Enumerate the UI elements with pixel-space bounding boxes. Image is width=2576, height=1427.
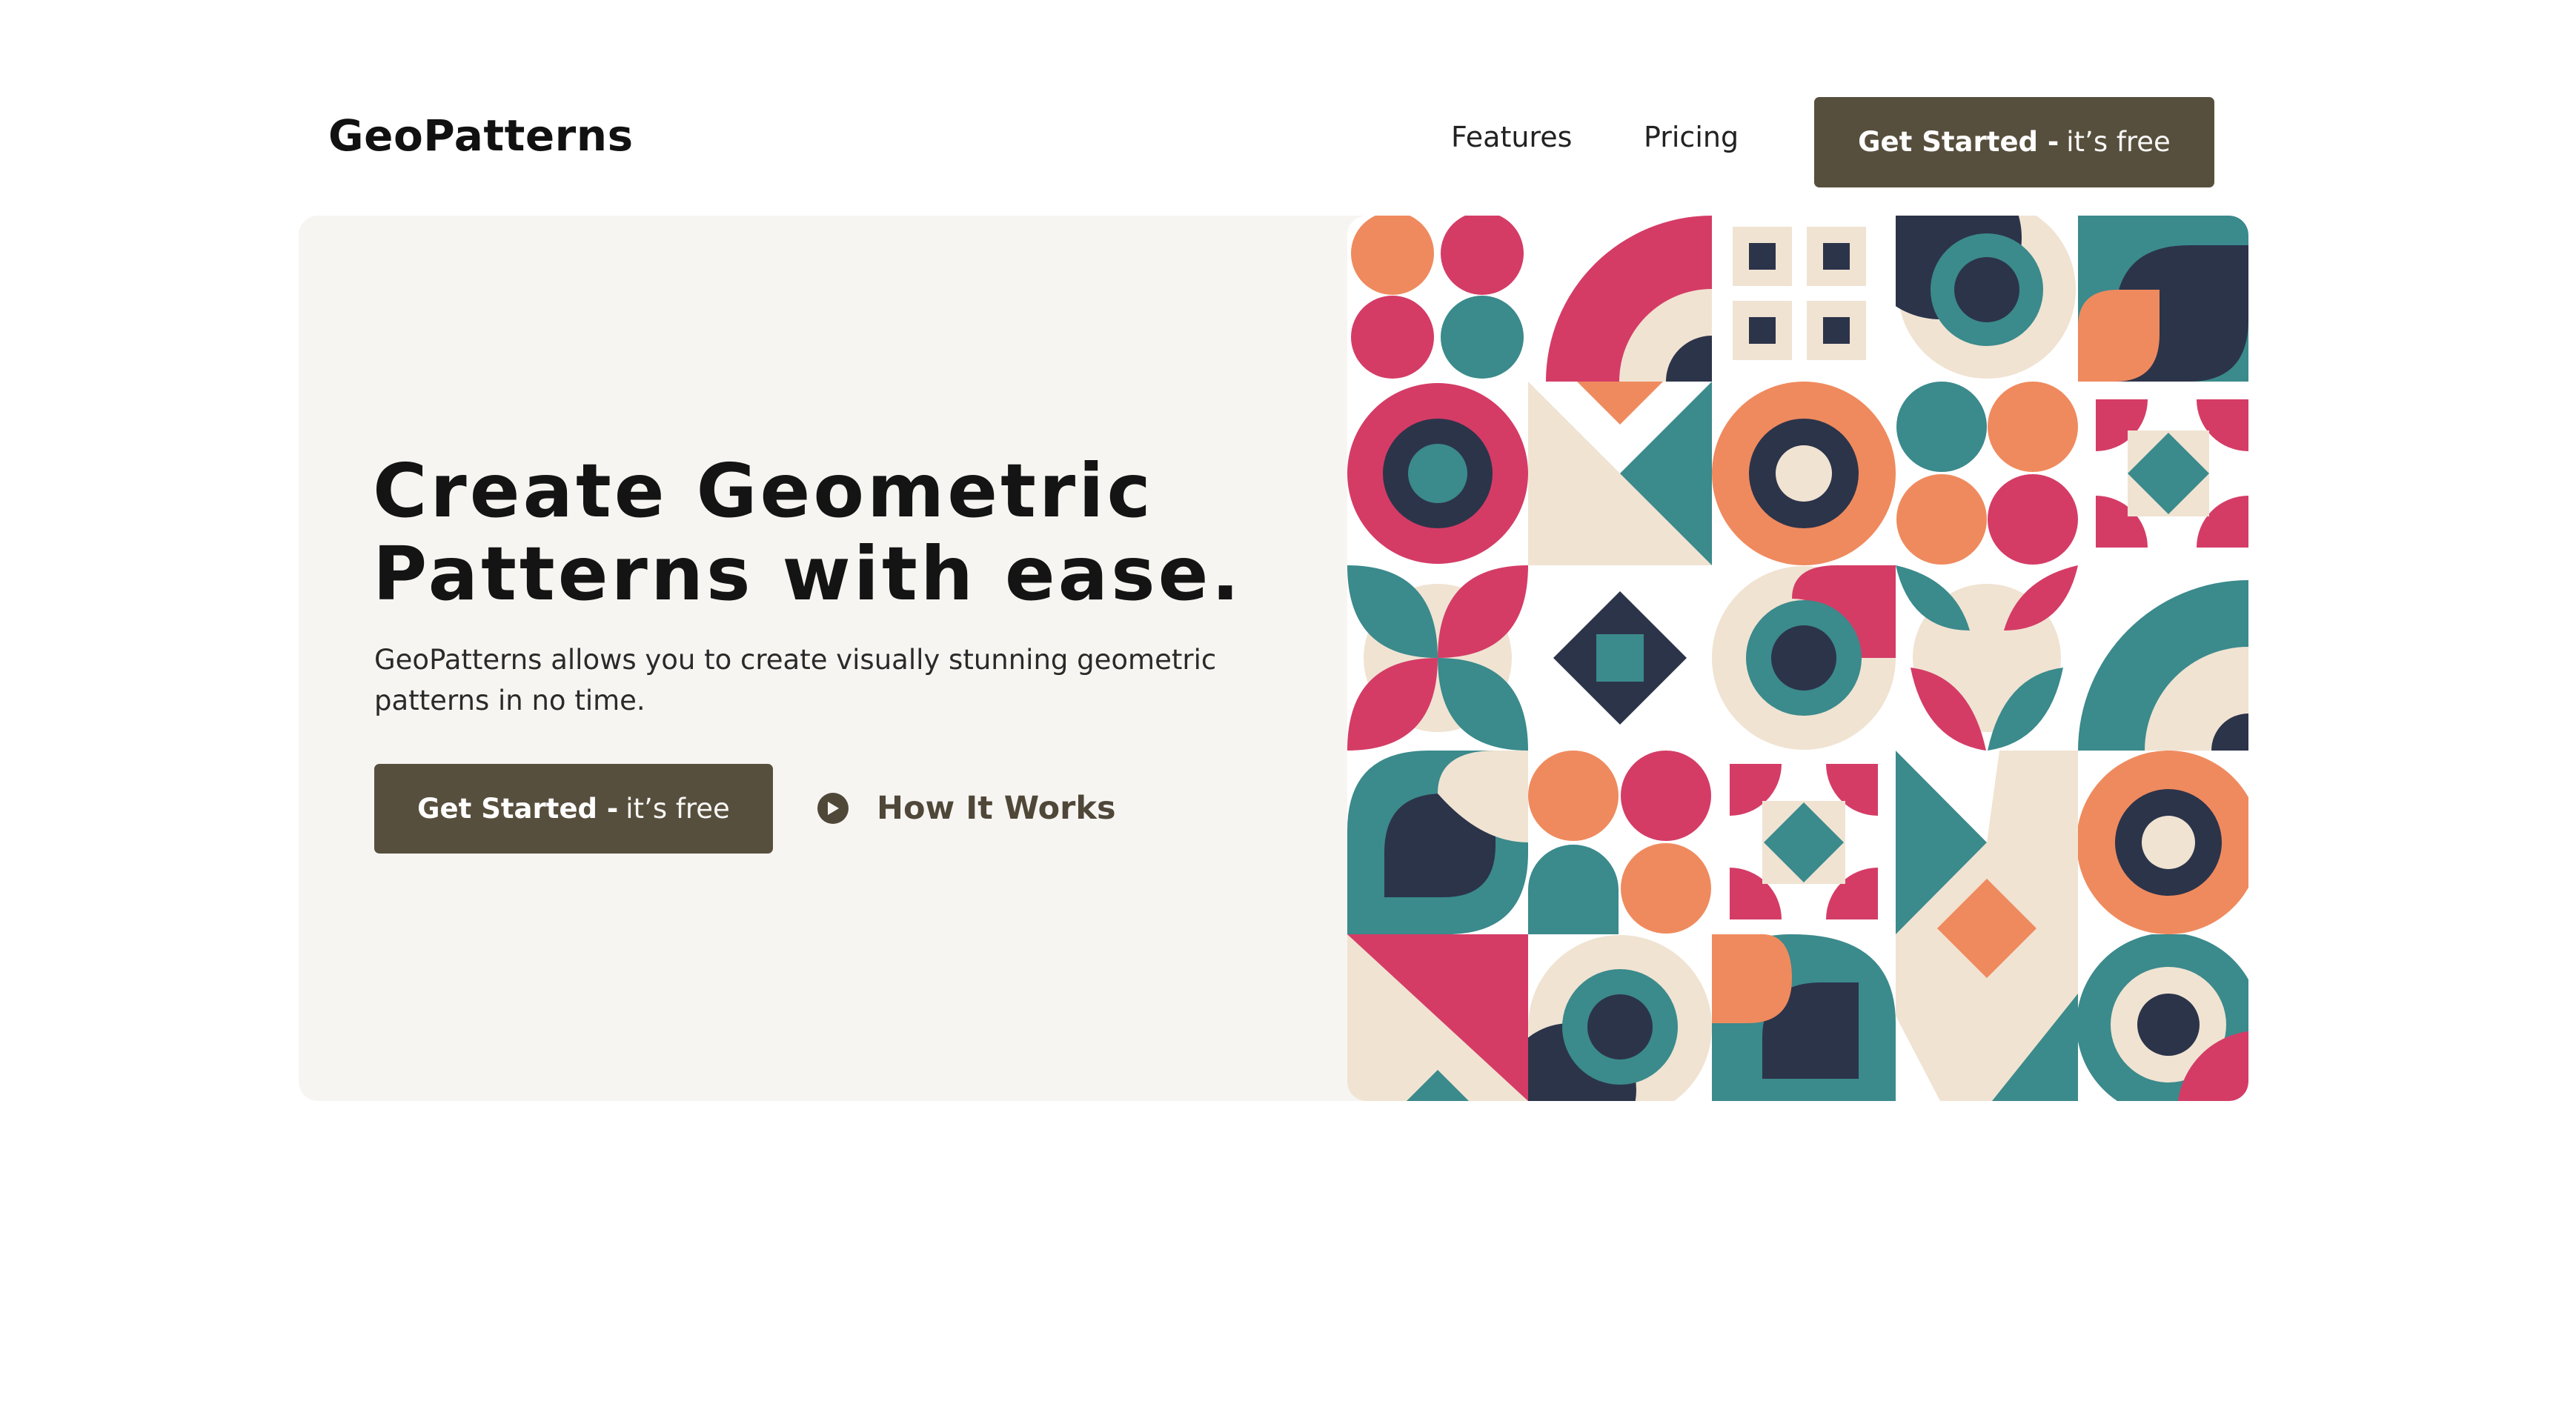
logo[interactable]: GeoPatterns	[328, 106, 634, 165]
nav-link-features[interactable]: Features	[1451, 119, 1572, 156]
hero-card: Create Geometric Patterns with ease. Geo…	[299, 216, 2248, 1101]
header-get-started-button[interactable]: Get Started - it’s free	[1814, 97, 2214, 187]
hero-title-line-1: Create Geometric	[373, 448, 1154, 534]
button-label-light: it’s free	[2066, 126, 2171, 158]
how-it-works-label: How It Works	[877, 790, 1116, 827]
nav-link-pricing[interactable]: Pricing	[1644, 119, 1739, 156]
hero-subtitle: GeoPatterns allows you to create visuall…	[374, 639, 1226, 721]
button-label-bold: Get Started -	[1858, 126, 2059, 158]
geometric-pattern-artwork	[1347, 216, 2248, 1101]
button-label-light: it’s free	[625, 792, 730, 825]
how-it-works-link[interactable]: How It Works	[817, 785, 1116, 832]
play-circle-icon	[817, 793, 849, 824]
hero-title: Create Geometric Patterns with ease.	[373, 450, 1262, 616]
hero-get-started-button[interactable]: Get Started - it’s free	[374, 764, 773, 854]
hero-subtitle-line-2: patterns in no time.	[374, 685, 645, 716]
hero-title-line-2: Patterns with ease.	[373, 530, 1243, 617]
hero-subtitle-line-1: GeoPatterns allows you to create visuall…	[374, 644, 1217, 676]
button-label-bold: Get Started -	[417, 792, 619, 825]
